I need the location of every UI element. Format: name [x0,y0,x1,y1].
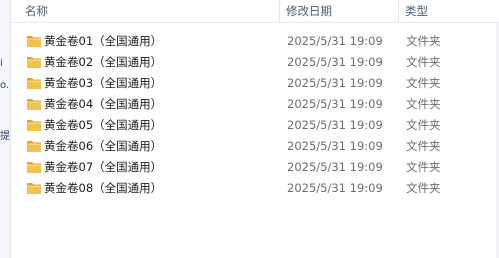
file-date-modified: 2025/5/31 19:09 [287,76,383,90]
file-date-modified: 2025/5/31 19:09 [287,160,383,174]
file-name[interactable]: 黄金卷02（全国通用） [44,52,162,73]
file-name[interactable]: 黄金卷08（全国通用） [44,178,162,199]
file-name[interactable]: 黄金卷07（全国通用） [44,157,162,178]
file-row[interactable]: 黄金卷04（全国通用） 2025/5/31 19:09 文件夹 [11,94,499,115]
file-type: 文件夹 [406,139,441,153]
file-row[interactable]: 黄金卷05（全国通用） 2025/5/31 19:09 文件夹 [11,115,499,136]
file-type: 文件夹 [406,34,441,48]
file-date-modified: 2025/5/31 19:09 [287,118,383,132]
file-type: 文件夹 [406,160,441,174]
file-type: 文件夹 [406,97,441,111]
file-row[interactable]: 黄金卷07（全国通用） 2025/5/31 19:09 文件夹 [11,157,499,178]
file-row[interactable]: 黄金卷03（全国通用） 2025/5/31 19:09 文件夹 [11,73,499,94]
folder-icon [26,76,42,90]
column-header-name[interactable]: 名称 [25,0,48,22]
nav-fragment-3: 提 [0,131,10,142]
file-name[interactable]: 黄金卷06（全国通用） [44,136,162,157]
file-date-modified: 2025/5/31 19:09 [287,55,383,69]
file-row[interactable]: 黄金卷08（全国通用） 2025/5/31 19:09 文件夹 [11,178,499,199]
folder-icon [26,97,42,111]
file-date-modified: 2025/5/31 19:09 [287,139,383,153]
column-header-date-modified[interactable]: 修改日期 [286,0,332,22]
file-date-modified: 2025/5/31 19:09 [287,34,383,48]
folder-icon [26,118,42,132]
column-divider[interactable] [398,0,399,22]
folder-icon [26,34,42,48]
file-row[interactable]: 黄金卷06（全国通用） 2025/5/31 19:09 文件夹 [11,136,499,157]
file-type: 文件夹 [406,55,441,69]
file-date-modified: 2025/5/31 19:09 [287,181,383,195]
file-type: 文件夹 [406,76,441,90]
file-name[interactable]: 黄金卷05（全国通用） [44,115,162,136]
file-name[interactable]: 黄金卷01（全国通用） [44,31,162,52]
nav-fragment-1: i [0,58,3,69]
file-date-modified: 2025/5/31 19:09 [287,97,383,111]
file-row[interactable]: 黄金卷02（全国通用） 2025/5/31 19:09 文件夹 [11,52,499,73]
file-name[interactable]: 黄金卷04（全国通用） [44,94,162,115]
column-header-type[interactable]: 类型 [405,0,428,22]
file-name[interactable]: 黄金卷03（全国通用） [44,73,162,94]
file-list: 黄金卷01（全国通用） 2025/5/31 19:09 文件夹 黄金卷02（全国通用）… [11,31,499,199]
nav-fragment-2: o. [0,80,10,91]
column-divider[interactable] [279,0,280,22]
navigation-pane-edge: i o. 提 [0,0,11,258]
folder-icon [26,160,42,174]
folder-icon [26,181,42,195]
folder-icon [26,139,42,153]
column-header-bar: 名称 修改日期 类型 [11,0,499,23]
file-type: 文件夹 [406,181,441,195]
file-row[interactable]: 黄金卷01（全国通用） 2025/5/31 19:09 文件夹 [11,31,499,52]
folder-icon [26,55,42,69]
file-type: 文件夹 [406,118,441,132]
